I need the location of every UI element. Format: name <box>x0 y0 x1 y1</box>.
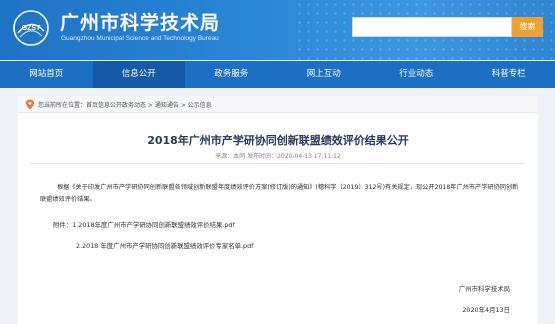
gzst-logo-icon[interactable]: GZST <box>12 9 50 47</box>
nav-item-info-disclosure[interactable]: 信息公开 <box>92 61 185 88</box>
article-paragraph: 根据《关于印发广州市产学研协同创新联盟各领域创新联盟年度绩效评价方案(修订版)的… <box>40 184 519 203</box>
site-subtitle: Guangzhou Municipal Science and Technolo… <box>61 35 219 42</box>
nav-item-online-interaction[interactable]: 网上互动 <box>278 61 371 88</box>
article-meta: 来源：本网 发布时间：2020-04-13 17:11:12 <box>215 153 341 160</box>
nav-item-popular-science[interactable]: 科普专栏 <box>463 61 555 88</box>
logo-text: GZST <box>22 25 41 32</box>
nav-item-home[interactable]: 网站首页 <box>0 61 93 88</box>
main-nav: 网站首页 信息公开 政务服务 网上互动 行业动态 科普专栏 <box>0 61 555 88</box>
site-title[interactable]: 广州市科学技术局 <box>60 8 220 35</box>
content-panel: 您当前所在位置：首页信息公开政务动态 > 通知通告 > 公示信息 2018年广州… <box>18 96 538 324</box>
search-button[interactable]: 搜索 <box>512 17 543 37</box>
article-divider <box>30 163 526 164</box>
nav-item-industry-news[interactable]: 行业动态 <box>370 61 463 88</box>
article-title: 2018年广州市产学研协同创新联盟绩效评价结果公开 <box>147 134 409 147</box>
article-signature: 广州市科学技术局 <box>458 285 510 293</box>
breadcrumb-text[interactable]: 您当前所在位置：首页信息公开政务动态 > 通知通告 > 公示信息 <box>38 100 212 109</box>
search-input[interactable] <box>352 17 512 37</box>
site-header: GZST 广州市科学技术局 Guangzhou Municipal Scienc… <box>0 0 555 60</box>
attachment-link-2[interactable]: 2.2018 年度广州市产学研协同创新联盟绩效评价专家名单.pdf <box>76 241 253 250</box>
breadcrumb: 您当前所在位置：首页信息公开政务动态 > 通知通告 > 公示信息 <box>18 96 538 113</box>
location-pin-icon <box>26 99 34 110</box>
nav-item-gov-services[interactable]: 政务服务 <box>185 61 278 88</box>
article-date: 2020年4月13日 <box>462 306 510 314</box>
attachment-link-1[interactable]: 附件：1.2018年度广州市产学研协同创新联盟绩效评价结果.pdf <box>53 220 235 229</box>
